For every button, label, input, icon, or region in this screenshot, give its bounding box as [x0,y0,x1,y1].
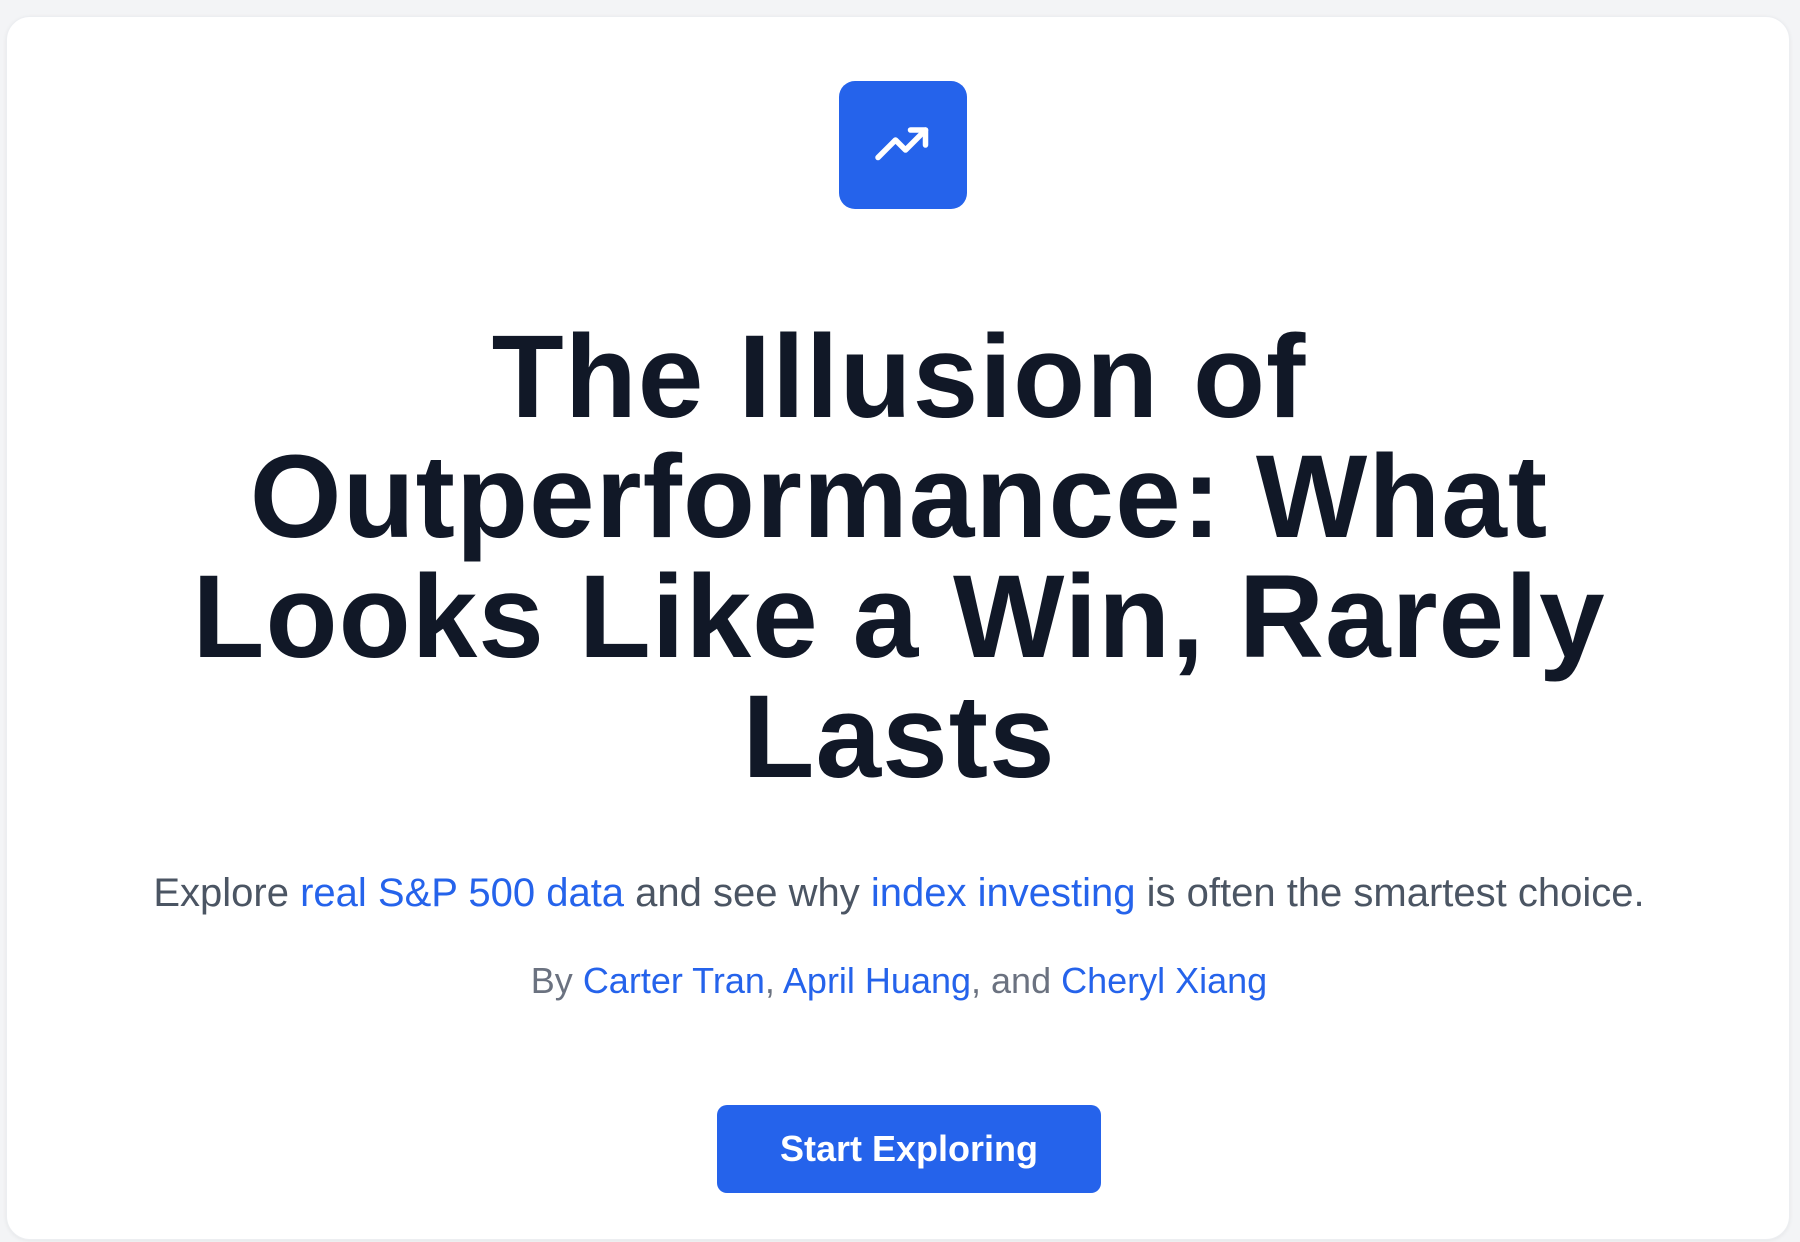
index-investing-link[interactable]: index investing [871,871,1136,915]
byline-prefix: By [530,960,583,1001]
logo-badge [839,81,967,209]
subtitle: Explore real S&P 500 data and see why in… [99,869,1699,917]
byline: By Carter Tran, April Huang, and Cheryl … [99,959,1699,1003]
start-exploring-button[interactable]: Start Exploring [717,1105,1101,1193]
subtitle-text: Explore [153,871,301,915]
page-title: The Illusion of Outperformance: What Loo… [192,311,1606,803]
author-link-cheryl-xiang[interactable]: Cheryl Xiang [1061,960,1267,1001]
byline-separator: , and [971,960,1062,1001]
byline-separator: , [764,960,783,1001]
author-link-carter-tran[interactable]: Carter Tran [583,960,765,1001]
hero-card: The Illusion of Outperformance: What Loo… [6,16,1790,1240]
author-link-april-huang[interactable]: April Huang [783,960,971,1001]
subtitle-text: and see why [624,871,871,915]
trending-up-icon [875,127,929,161]
sp500-data-link[interactable]: real S&P 500 data [300,871,624,915]
subtitle-text: is often the smartest choice. [1135,871,1645,915]
